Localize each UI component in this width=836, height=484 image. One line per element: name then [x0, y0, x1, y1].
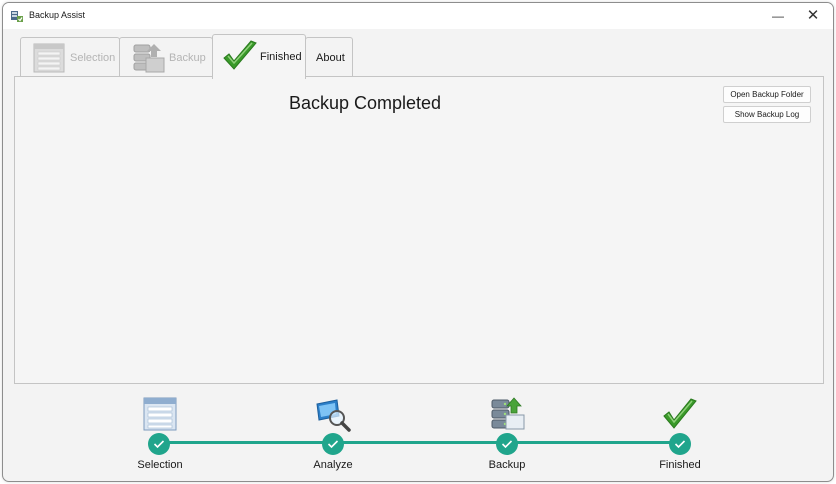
- check-icon: [153, 440, 165, 449]
- step-analyze-label: Analyze: [313, 459, 353, 471]
- close-button[interactable]: ✕: [799, 6, 827, 26]
- step-selection-label: Selection: [137, 459, 183, 471]
- check-icon: [501, 440, 513, 449]
- step-backup-label: Backup: [488, 459, 526, 471]
- step-selection-marker[interactable]: [148, 433, 170, 455]
- completion-heading: Backup Completed: [288, 93, 442, 113]
- step-finished-label: Finished: [659, 459, 701, 471]
- minimize-button[interactable]: —: [764, 6, 792, 26]
- tab-backup[interactable]: Backup: [119, 37, 213, 77]
- server-backup-icon: [133, 44, 165, 73]
- step-analyze-marker[interactable]: [322, 433, 344, 455]
- list-icon: [33, 43, 65, 73]
- check-icon: [674, 440, 686, 449]
- content-panel: Backup Completed Open Backup Folder Show…: [14, 76, 824, 384]
- server-backup-icon: [491, 397, 525, 430]
- check-icon: [327, 440, 339, 449]
- checkmark-icon: [223, 40, 257, 70]
- tab-backup-label: Backup: [169, 52, 206, 64]
- open-backup-folder-button[interactable]: Open Backup Folder: [723, 86, 811, 103]
- list-icon: [143, 397, 177, 431]
- tab-selection[interactable]: Selection: [20, 37, 120, 77]
- tab-finished[interactable]: Finished: [212, 34, 306, 79]
- app-icon: [11, 11, 23, 22]
- show-backup-log-button[interactable]: Show Backup Log: [723, 106, 811, 123]
- magnifier-icon: [316, 399, 351, 432]
- title-bar: Backup Assist — ✕: [3, 3, 833, 29]
- step-finished-marker[interactable]: [669, 433, 691, 455]
- tab-about[interactable]: About: [305, 37, 353, 77]
- tab-selection-label: Selection: [70, 52, 116, 64]
- window-title: Backup Assist: [29, 10, 86, 20]
- tab-about-label: About: [316, 52, 345, 64]
- app-window: Backup Assist — ✕ Selection Backup Finis…: [2, 2, 834, 482]
- progress-line: [161, 441, 681, 444]
- tab-finished-label: Finished: [260, 51, 302, 63]
- step-backup-marker[interactable]: [496, 433, 518, 455]
- checkmark-icon: [663, 398, 697, 429]
